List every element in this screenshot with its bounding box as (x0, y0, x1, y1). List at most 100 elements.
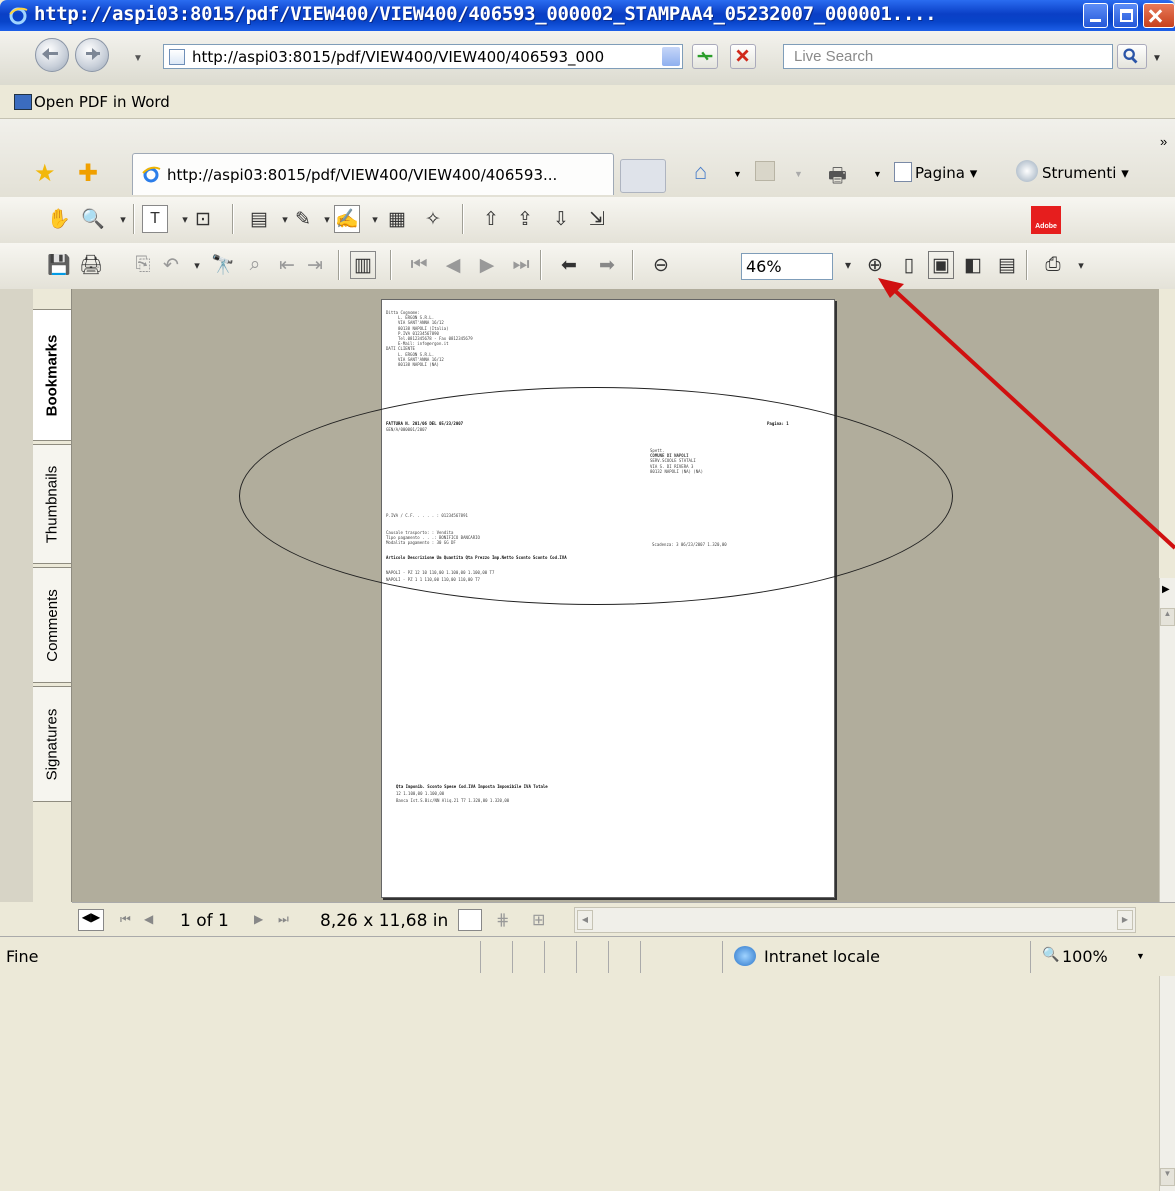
address-text[interactable]: http://aspi03:8015/pdf/VIEW400/VIEW400/4… (192, 48, 662, 66)
comments-label: Comments (43, 588, 61, 662)
vertical-scrollbar[interactable]: ▶ ▲ ▼ (1159, 578, 1175, 1191)
tools-menu[interactable]: Strumenti ▾ (1042, 164, 1129, 182)
go-forward-icon[interactable]: ➡ (594, 251, 620, 279)
refresh-button[interactable] (692, 44, 718, 69)
header-block: Ditta Cognome: L. ERGON S.R.L. VIA SANT'… (386, 310, 473, 367)
footer-row: Banca Ist.S.Bic/NN Aliq.21 T7 1.320,00 1… (396, 798, 510, 803)
window-title: http://aspi03:8015/pdf/VIEW400/VIEW400/4… (34, 3, 937, 25)
reflow-icon[interactable]: ▤ (994, 251, 1020, 279)
adobe-logo-icon[interactable]: Adobe (1031, 206, 1061, 234)
single-page-icon[interactable] (458, 909, 482, 931)
facing-icon[interactable]: ⊞ (532, 910, 545, 930)
undo-icon[interactable]: ↶ (158, 251, 184, 279)
zoom-out-icon[interactable]: ⊖ (648, 251, 674, 279)
zoom-status-dropdown-icon[interactable]: ▼ (1136, 951, 1145, 961)
last-page-nav-icon[interactable]: ⏭ (278, 912, 289, 927)
save-icon[interactable]: 💾 (46, 251, 72, 279)
snapshot-tool-icon[interactable]: ⊡ (190, 205, 216, 233)
hand-tool-icon[interactable]: ✋ (46, 205, 72, 233)
prev-page-nav-icon[interactable]: ◀ (144, 912, 153, 926)
search-options-icon[interactable]: ▼ (1152, 53, 1162, 64)
chevron-more-icon[interactable]: » (1160, 134, 1167, 149)
scroll-left-icon[interactable]: ◀ (577, 910, 593, 930)
page-up-icon[interactable]: ⇧ (478, 205, 504, 233)
stamp-tool-icon[interactable]: ▦ (384, 205, 410, 233)
print-dropdown-icon[interactable]: ▼ (873, 169, 882, 179)
previous-view-icon[interactable]: ⇤ (274, 251, 300, 279)
panel-toggle-icon[interactable]: ▶ (1162, 584, 1170, 595)
signatures-label: Signatures (43, 708, 61, 780)
find-icon[interactable]: 🔭 (210, 251, 236, 279)
add-favorite-icon[interactable]: ✚ (78, 159, 98, 188)
copy-icon[interactable]: ⎘ (130, 251, 156, 279)
first-page-icon[interactable]: ⏮ (406, 251, 432, 279)
select-text-tool-icon[interactable]: T (142, 205, 168, 233)
pencil-tool-icon[interactable]: ✎ (290, 205, 316, 233)
refresh-icon (697, 51, 713, 61)
undo-dropdown-icon[interactable]: ▾ (184, 251, 210, 279)
first-page-tool-icon[interactable]: ⇪ (512, 205, 538, 233)
zoom-in-icon[interactable]: ⊕ (862, 251, 888, 279)
tools-dropdown-icon[interactable]: ▾ (1068, 251, 1094, 279)
search-icon (1123, 48, 1138, 64)
zoom-level-dropdown-icon[interactable]: ▾ (835, 251, 861, 279)
actual-size-icon[interactable]: ▯ (896, 251, 922, 279)
tab-signatures[interactable]: Signatures (33, 686, 72, 802)
page-menu[interactable]: Pagina ▾ (915, 164, 977, 182)
maximize-button[interactable] (1113, 3, 1138, 28)
attach-tool-icon[interactable]: ✧ (420, 205, 446, 233)
sign-tool-icon[interactable]: ✍ (334, 205, 360, 233)
next-page-icon[interactable]: ▶ (474, 251, 500, 279)
zoom-status-icon[interactable]: 🔍 (1042, 946, 1059, 963)
last-page-tool-icon[interactable]: ⇲ (584, 205, 610, 233)
fit-page-icon[interactable]: ▣ (928, 251, 954, 279)
minimize-button[interactable] (1083, 3, 1108, 28)
feeds-dropdown-icon[interactable]: ▼ (794, 169, 803, 179)
horizontal-scrollbar[interactable]: ◀ ▶ (574, 907, 1136, 933)
next-page-nav-icon[interactable]: ▶ (254, 912, 263, 926)
panel-icon[interactable]: ▥ (350, 251, 376, 279)
new-tab-button[interactable] (620, 159, 666, 193)
address-dropdown-icon[interactable] (662, 47, 680, 66)
stop-button[interactable] (730, 44, 756, 69)
back-button[interactable] (35, 38, 69, 72)
page-indicator[interactable]: 1 of 1 (180, 911, 229, 931)
close-button[interactable] (1143, 3, 1175, 28)
home-icon[interactable]: ⌂ (694, 159, 707, 185)
search-button[interactable] (1117, 44, 1147, 69)
tab-active[interactable]: http://aspi03:8015/pdf/VIEW400/VIEW400/4… (132, 153, 614, 195)
open-pdf-in-word-item[interactable]: Open PDF in Word (34, 93, 170, 111)
forward-button[interactable] (75, 38, 109, 72)
search-input[interactable]: Live Search (783, 44, 1113, 69)
note-tool-icon[interactable]: ▤ (246, 205, 272, 233)
toggle-nav-icon[interactable]: ◀▶ (78, 909, 104, 931)
next-view-icon[interactable]: ⇥ (302, 251, 328, 279)
tab-thumbnails[interactable]: Thumbnails (33, 444, 72, 564)
scroll-right-icon[interactable]: ▶ (1117, 910, 1133, 930)
tab-bookmarks[interactable]: Bookmarks (33, 309, 72, 441)
page-down-icon[interactable]: ⇩ (548, 205, 574, 233)
first-page-nav-icon[interactable]: ⏮ (120, 912, 131, 927)
address-field[interactable]: http://aspi03:8015/pdf/VIEW400/VIEW400/4… (163, 44, 683, 69)
go-back-icon[interactable]: ⬅ (556, 251, 582, 279)
fit-width-icon[interactable]: ◧ (960, 251, 986, 279)
stop-icon (736, 49, 749, 62)
search-pdf-icon[interactable]: ⌕ (242, 251, 268, 279)
tools-menu-icon[interactable]: ⎙ (1040, 251, 1066, 279)
scroll-up-icon[interactable]: ▲ (1160, 608, 1175, 626)
home-dropdown-icon[interactable]: ▼ (733, 169, 742, 179)
history-dropdown-icon[interactable]: ▼ (133, 53, 143, 64)
scroll-down-icon[interactable]: ▼ (1160, 1168, 1175, 1186)
zoom-in-tool-icon[interactable]: 🔍 (80, 205, 106, 233)
previous-page-icon[interactable]: ◀ (440, 251, 466, 279)
last-page-icon[interactable]: ⏭ (508, 251, 534, 279)
ie-tab-icon (142, 166, 161, 183)
continuous-icon[interactable]: ⋕ (496, 910, 509, 930)
zoom-status[interactable]: 100% (1062, 947, 1108, 966)
print-icon[interactable]: 🖶 (828, 161, 847, 195)
print-pdf-icon[interactable]: 🖨 (78, 251, 104, 279)
favorites-star-icon[interactable]: ★ (34, 159, 56, 188)
tab-comments[interactable]: Comments (33, 567, 72, 683)
feeds-icon[interactable] (755, 161, 775, 181)
zoom-input[interactable]: 46% (741, 253, 833, 280)
